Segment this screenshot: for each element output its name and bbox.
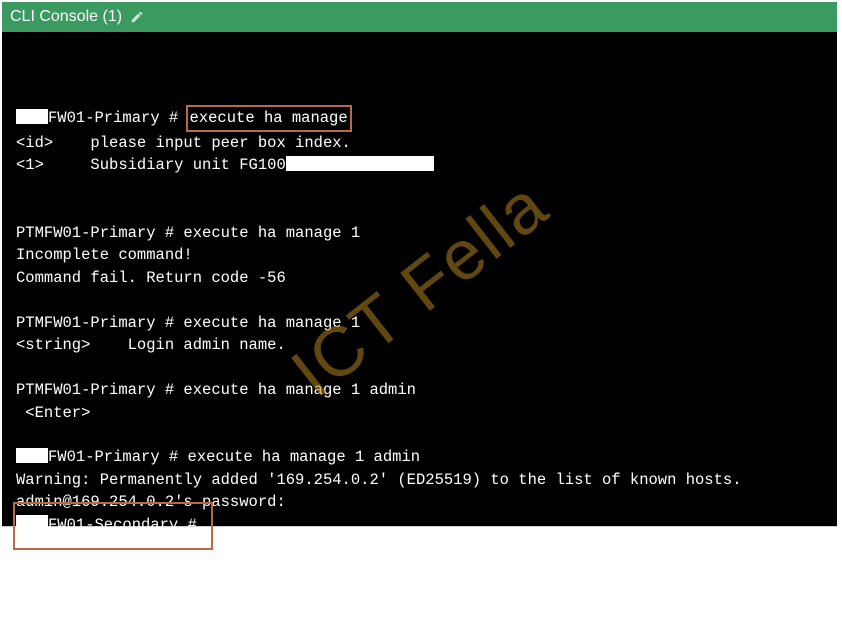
terminal-line: Incomplete command! xyxy=(16,244,827,266)
terminal-line: FW01-Secondary # xyxy=(16,514,827,536)
pencil-icon[interactable] xyxy=(130,10,144,24)
redaction-block xyxy=(16,538,48,554)
redaction-block xyxy=(16,109,48,125)
terminal-line xyxy=(16,424,827,446)
highlighted-command: execute ha manage xyxy=(186,105,352,131)
terminal-line: Warning: Permanently added '169.254.0.2'… xyxy=(16,469,827,491)
terminal-line: PTMFW01-Primary # execute ha manage 1 ad… xyxy=(16,379,827,401)
terminal-line: FW01-Primary # execute ha manage xyxy=(16,107,827,131)
redaction-block xyxy=(16,448,48,464)
window-title: CLI Console (1) xyxy=(10,8,122,26)
terminal-line: <Enter> xyxy=(16,402,827,424)
terminal-line: <1> Subsidiary unit FG100 xyxy=(16,154,827,176)
terminal-line xyxy=(16,357,827,379)
terminal-line: Command fail. Return code -56 xyxy=(16,267,827,289)
terminal-lines: FW01-Primary # execute ha manage<id> ple… xyxy=(16,107,827,558)
terminal-line: PTMFW01-Primary # execute ha manage 1 xyxy=(16,222,827,244)
terminal-line: <string> Login admin name. xyxy=(16,334,827,356)
redaction-block xyxy=(16,515,48,531)
cli-console-window: CLI Console (1) ICT Fella FW01-Primary #… xyxy=(2,2,837,527)
terminal-line: FW01-Secondary # xyxy=(16,536,827,558)
terminal-line: PTMFW01-Primary # execute ha manage 1 xyxy=(16,312,827,334)
terminal-line: admin@169.254.0.2's password: xyxy=(16,491,827,513)
redaction-block xyxy=(286,156,434,172)
terminal-line xyxy=(16,199,827,221)
terminal-line xyxy=(16,289,827,311)
terminal-body[interactable]: ICT Fella FW01-Primary # execute ha mana… xyxy=(2,32,837,526)
terminal-line xyxy=(16,177,827,199)
terminal-line: <id> please input peer box index. xyxy=(16,132,827,154)
terminal-line: FW01-Primary # execute ha manage 1 admin xyxy=(16,446,827,468)
window-titlebar: CLI Console (1) xyxy=(2,2,837,32)
